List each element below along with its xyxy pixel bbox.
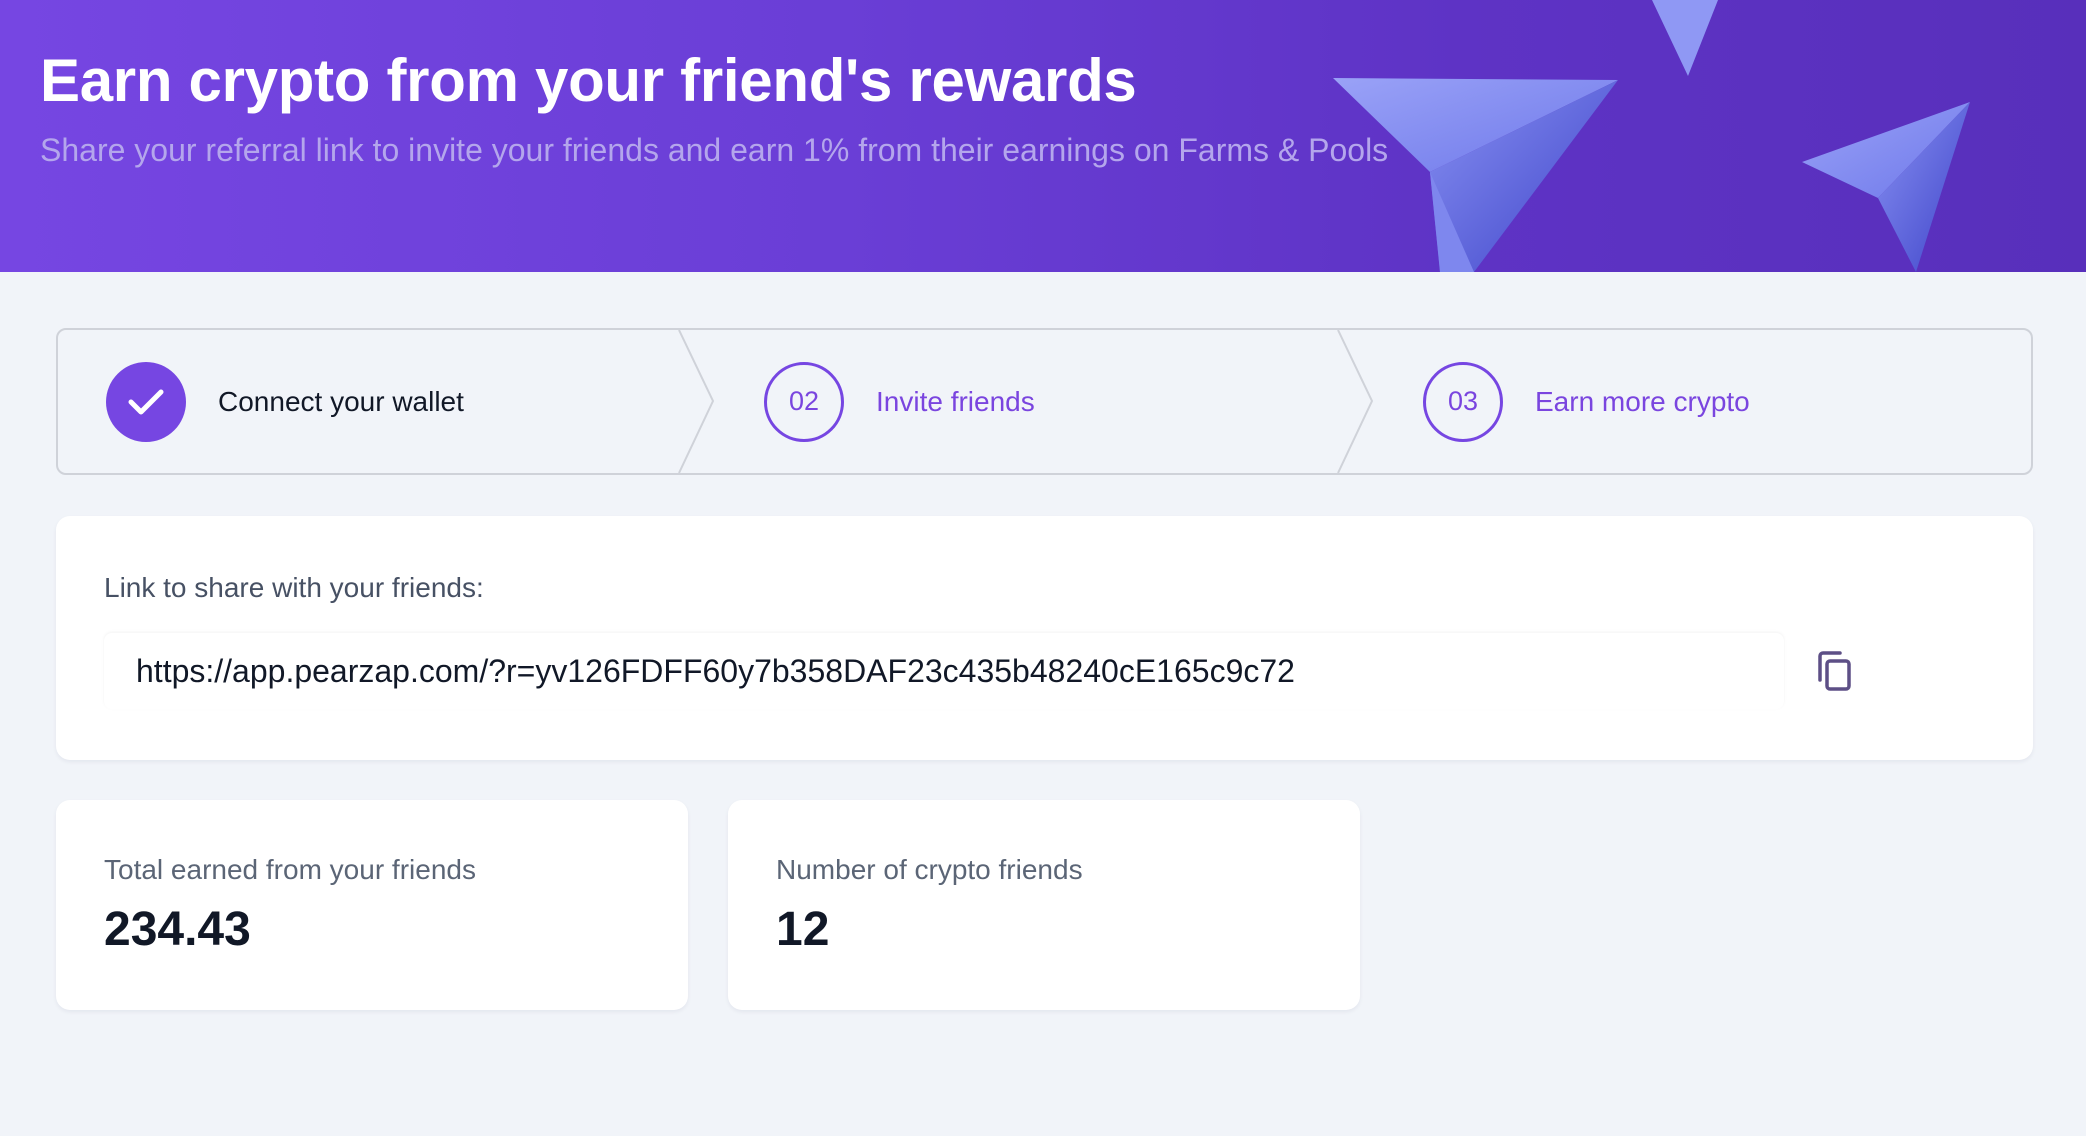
referral-stepper: Connect your wallet 02 Invite friends 03… <box>56 328 2033 475</box>
friends-count-card: Number of crypto friends 12 <box>728 800 1360 1010</box>
check-icon <box>128 389 164 414</box>
step-label: Invite friends <box>876 385 1035 417</box>
page-title: Earn crypto from your friend's rewards <box>40 47 1137 114</box>
hero-banner: Earn crypto from your friend's rewards S… <box>0 0 2086 272</box>
total-earned-value: 234.43 <box>104 903 251 956</box>
step-number: 02 <box>764 361 844 442</box>
step-invite-friends: 02 Invite friends <box>764 330 1035 473</box>
step-number: 03 <box>1423 361 1503 442</box>
step-earn-more-crypto: 03 Earn more crypto <box>1423 330 1750 473</box>
friends-count-value: 12 <box>776 903 830 956</box>
copy-icon <box>1818 651 1851 691</box>
step-label: Earn more crypto <box>1535 385 1750 417</box>
step-label: Connect your wallet <box>218 385 464 417</box>
step-connect-wallet: Connect your wallet <box>106 330 464 473</box>
stat-label: Number of crypto friends <box>776 854 1083 885</box>
referral-link-field[interactable]: https://app.pearzap.com/?r=yv126FDFF60y7… <box>104 633 1784 709</box>
referral-link-card: Link to share with your friends: https:/… <box>56 516 2033 760</box>
copy-link-button[interactable] <box>1814 650 1854 692</box>
page-subtitle: Share your referral link to invite your … <box>40 132 1389 168</box>
total-earned-card: Total earned from your friends 234.43 <box>56 800 688 1010</box>
stat-label: Total earned from your friends <box>104 854 476 885</box>
referral-link-label: Link to share with your friends: <box>104 572 484 603</box>
step-completed-badge <box>106 361 186 442</box>
